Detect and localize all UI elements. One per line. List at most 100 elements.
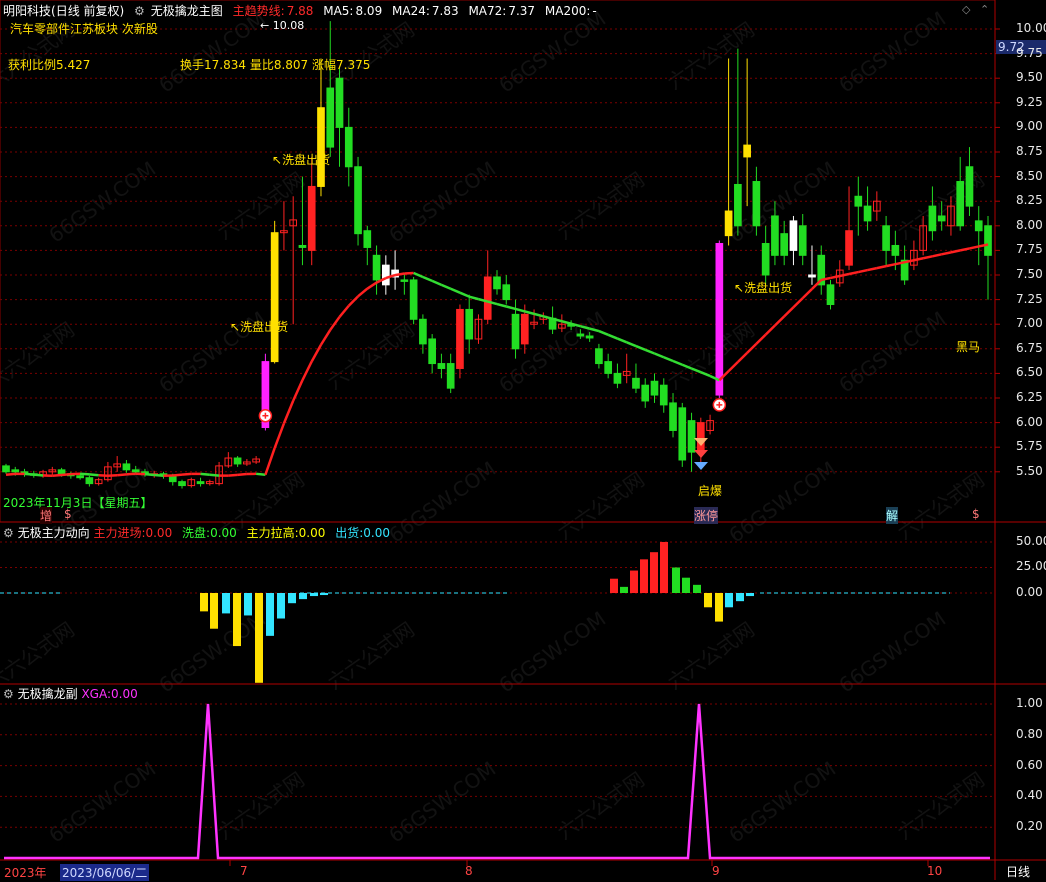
x-axis-cursor-date: 2023/06/06/二: [60, 864, 150, 881]
candle-body: [11, 469, 20, 473]
concept-tags: 汽车零部件江苏板块 次新股: [10, 20, 158, 37]
trend-line-segment: [561, 320, 572, 325]
trend-line-segment: [52, 473, 62, 477]
trend-line-segment: [33, 473, 44, 477]
sub1-out-label: 出货:: [335, 526, 364, 540]
tag-dollar-1[interactable]: $: [64, 507, 72, 521]
period-button[interactable]: 日线: [1006, 863, 1030, 880]
tag-increase[interactable]: 增: [40, 507, 53, 524]
sub1-bar: [693, 584, 701, 593]
trend-line-segment: [700, 371, 711, 378]
trend-line-segment: [644, 348, 655, 355]
trend-label: 主趋势线:: [232, 4, 285, 18]
trend-line-segment: [264, 447, 276, 476]
sub1-bar: [672, 567, 680, 593]
tag-dollar-2[interactable]: $: [972, 507, 980, 521]
trend-line-segment: [969, 245, 979, 250]
main-y-tick: 6.25: [1016, 390, 1043, 404]
candle-body: [845, 230, 853, 266]
trend-line-segment: [505, 305, 516, 311]
candle-body: [409, 279, 418, 320]
sub1-gear-icon[interactable]: ⚙: [3, 526, 14, 540]
trend-line-segment: [867, 266, 878, 272]
sub1-pull-label: 主力拉高:: [246, 526, 299, 540]
trend-line-segment: [589, 327, 600, 333]
sub2-name[interactable]: 无极擒龙副: [18, 687, 78, 701]
sub1-bar: [320, 593, 328, 596]
main-y-tick: 10.00: [1016, 21, 1046, 35]
sub2-y-tick: 1.00: [1016, 696, 1043, 710]
sub1-pull-value: 0.00: [298, 526, 326, 540]
sub1-bar: [620, 586, 628, 593]
sub1-bar: [610, 578, 618, 593]
main-y-tick: 8.00: [1016, 217, 1043, 232]
sub1-main-in-label: 主力进场:: [93, 526, 146, 540]
concept-3: 次新股: [121, 22, 158, 36]
candle-body: [595, 348, 603, 365]
candle-body: [632, 377, 640, 389]
trend-line-segment: [61, 472, 71, 477]
trend-line-segment: [24, 472, 34, 476]
x-axis-month-10: 10: [927, 864, 943, 878]
tag-limit-up[interactable]: 涨停: [694, 507, 719, 524]
sub1-name[interactable]: 无极主力动向: [18, 526, 90, 540]
sub1-bar: [200, 593, 208, 612]
sub2-y-tick: 0.20: [1016, 819, 1043, 834]
trend-line-segment: [941, 251, 952, 256]
trend-line-segment: [542, 315, 553, 320]
candle-body: [122, 463, 131, 471]
sub1-bar: [704, 593, 712, 608]
diamond-signal-icon: [694, 462, 708, 470]
trend-line-segment: [774, 315, 786, 327]
sub1-bar: [288, 593, 296, 604]
sub1-bar: [210, 593, 218, 629]
candle-body: [446, 363, 455, 389]
sub1-bar: [222, 593, 230, 614]
period-label[interactable]: (日线 前复权): [51, 4, 124, 18]
trend-line-segment: [301, 360, 313, 381]
candle-body: [298, 244, 307, 248]
trend-line-segment: [691, 367, 702, 374]
tag-unlock[interactable]: 解: [886, 507, 899, 524]
diamond-icon[interactable]: ◇: [962, 3, 970, 16]
indicator-gear-icon[interactable]: ⚙: [134, 4, 145, 18]
candle-body: [428, 338, 436, 365]
candle-body: [678, 407, 687, 461]
sub2-y-tick: 0.80: [1016, 726, 1043, 741]
stock-name[interactable]: 明阳科技: [3, 4, 51, 18]
ma24-value: 7.83: [431, 4, 459, 18]
main-y-tick: 7.75: [1016, 242, 1043, 257]
sub2-gear-icon[interactable]: ⚙: [3, 687, 14, 701]
candle-body: [891, 244, 900, 256]
trend-line-segment: [607, 333, 618, 340]
profit-ratio-value: 5.427: [56, 58, 91, 72]
sub1-bar: [660, 541, 668, 593]
sub1-bar: [630, 570, 638, 593]
trend-line-segment: [616, 337, 628, 344]
ma5-value: 8.09: [355, 4, 383, 18]
trend-line-segment: [515, 307, 526, 313]
trend-line-segment: [635, 344, 646, 351]
candle-body: [335, 77, 344, 128]
sub1-bar: [244, 593, 252, 616]
sub1-wash-label: 洗盘:: [182, 526, 211, 540]
candle-body: [456, 308, 464, 369]
trend-line-segment: [366, 281, 378, 290]
candle-body: [493, 276, 501, 290]
trend-line-segment: [792, 297, 804, 309]
trend-line-segment: [181, 472, 192, 476]
candle-body: [734, 183, 742, 227]
candle-body: [326, 87, 335, 148]
candle-body: [576, 333, 585, 337]
diamond-signal-icon: [694, 438, 708, 446]
trend-line-segment: [764, 324, 776, 336]
sub2-header: ⚙ 无极擒龙副 XGA:0.00: [3, 685, 138, 702]
candle-body: [974, 220, 983, 232]
main-indicator-name[interactable]: 无极擒龙主图: [151, 4, 223, 18]
candle-body: [965, 166, 974, 207]
trend-line-segment: [282, 400, 295, 424]
candle-body: [687, 420, 696, 453]
candle-body: [270, 232, 279, 363]
up-chevron-icon[interactable]: ⌃: [980, 3, 989, 16]
trend-line-segment: [459, 291, 470, 298]
